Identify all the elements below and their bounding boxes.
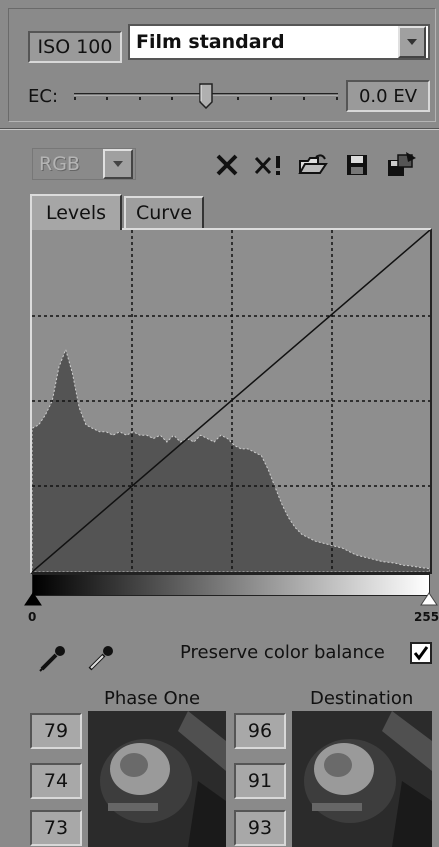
phase-one-title: Phase One xyxy=(104,688,201,709)
open-preset-button[interactable] xyxy=(296,150,330,180)
panel-divider xyxy=(0,128,439,130)
value-text: 96 xyxy=(247,720,273,742)
phase-one-value-3: 73 xyxy=(30,810,82,846)
chevron-down-icon xyxy=(113,161,123,167)
preset-dropdown[interactable]: Film standard xyxy=(128,24,430,60)
value-text: 91 xyxy=(247,770,273,792)
ec-slider-thumb[interactable] xyxy=(199,83,213,110)
ec-label: EC: xyxy=(28,86,59,107)
tab-curve[interactable]: Curve xyxy=(124,196,204,228)
destination-title: Destination xyxy=(310,688,414,709)
white-point-handle[interactable] xyxy=(420,592,438,606)
levels-graph[interactable] xyxy=(32,230,430,572)
chevron-down-icon xyxy=(407,39,417,45)
copy-settings-button[interactable] xyxy=(384,150,420,180)
save-icon xyxy=(347,155,367,175)
checkmark-icon xyxy=(413,646,429,661)
reset-all-button[interactable] xyxy=(252,150,288,180)
channel-dropdown-button[interactable] xyxy=(103,149,133,179)
phase-one-value-1: 79 xyxy=(30,713,82,749)
preset-value: Film standard xyxy=(136,31,285,53)
input-max-label: 255 xyxy=(414,610,439,624)
tone-gradient xyxy=(32,574,430,596)
phase-one-thumbnail xyxy=(88,711,226,847)
preserve-color-label: Preserve color balance xyxy=(180,642,385,663)
destination-value-1: 96 xyxy=(234,713,286,749)
ec-slider[interactable] xyxy=(72,80,340,110)
delete-icon xyxy=(216,154,238,176)
preserve-color-checkbox[interactable] xyxy=(410,642,432,664)
black-eyedropper-icon[interactable] xyxy=(38,643,68,673)
ec-value: 0.0 EV xyxy=(358,85,418,107)
black-point-handle[interactable] xyxy=(24,592,42,606)
channel-dropdown[interactable]: RGB xyxy=(32,148,136,180)
reset-all-icon xyxy=(254,156,280,175)
value-text: 79 xyxy=(43,720,69,742)
ec-value-field[interactable]: 0.0 EV xyxy=(346,80,430,112)
input-min-label: 0 xyxy=(28,610,37,624)
tab-levels[interactable]: Levels xyxy=(30,194,122,230)
phase-one-value-2: 74 xyxy=(30,763,82,799)
tab-levels-label: Levels xyxy=(45,202,107,224)
delete-button[interactable] xyxy=(212,150,242,180)
iso-label: ISO 100 xyxy=(37,36,113,58)
white-eyedropper-icon[interactable] xyxy=(86,643,116,673)
value-text: 74 xyxy=(43,770,69,792)
preset-dropdown-button[interactable] xyxy=(398,26,426,58)
destination-value-2: 91 xyxy=(234,763,286,799)
save-preset-button[interactable] xyxy=(342,150,372,180)
tab-curve-label: Curve xyxy=(135,202,193,224)
value-text: 73 xyxy=(43,817,69,839)
value-text: 93 xyxy=(247,817,273,839)
destination-thumbnail xyxy=(292,711,432,847)
channel-value: RGB xyxy=(39,153,80,175)
destination-value-3: 93 xyxy=(234,810,286,846)
iso-button[interactable]: ISO 100 xyxy=(28,31,122,63)
open-folder-icon xyxy=(298,154,328,174)
copy-settings-icon xyxy=(388,152,416,176)
